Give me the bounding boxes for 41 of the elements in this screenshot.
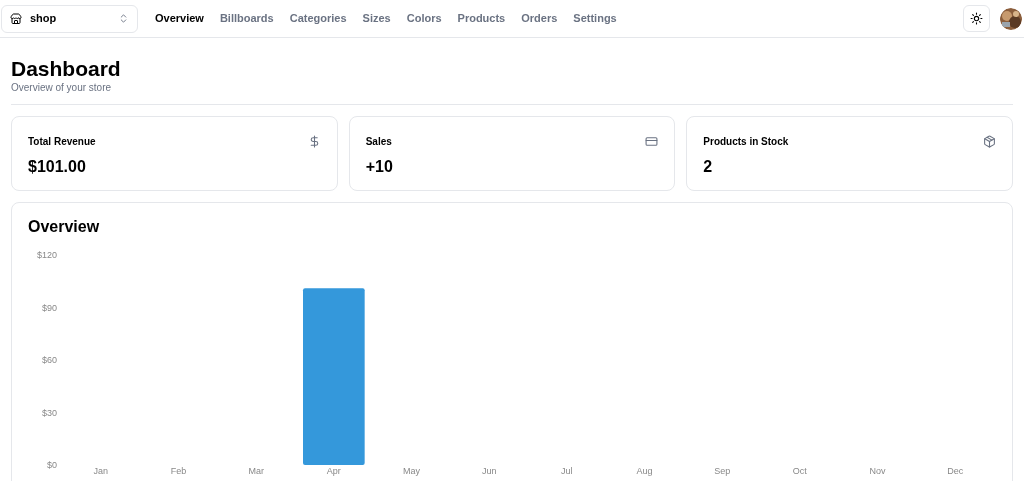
store-switcher[interactable]: shop [1, 4, 138, 33]
y-axis-label: $0 [47, 460, 57, 470]
stat-title: Sales [365, 135, 392, 149]
x-axis-label: Apr [326, 466, 341, 476]
theme-toggle[interactable] [963, 5, 990, 32]
nav-link[interactable]: Products [457, 10, 506, 27]
nav-link[interactable]: Sizes [362, 10, 391, 27]
nav-link[interactable]: Settings [573, 10, 617, 27]
y-axis-label: $90 [41, 302, 57, 313]
card-title: Overview [28, 217, 101, 237]
credit-card-icon [645, 135, 659, 148]
stat-title: Products in Stock [703, 135, 789, 149]
x-axis-label: Jun [481, 466, 497, 476]
nav-link[interactable]: Categories [289, 10, 347, 27]
x-axis-label: Aug [636, 466, 653, 476]
x-axis-label: Nov [869, 466, 886, 476]
y-axis-label: $30 [41, 407, 57, 418]
nav-link[interactable]: Orders [521, 10, 558, 27]
nav-link[interactable]: Billboards [219, 10, 274, 27]
x-axis-label: Mar [248, 466, 264, 476]
x-axis-label: Oct [792, 466, 807, 476]
x-axis-label: Feb [170, 466, 187, 476]
x-axis-label: Jul [561, 466, 573, 476]
package-icon [983, 135, 996, 148]
chevrons-icon [118, 13, 129, 24]
x-axis-label: Dec [947, 466, 964, 476]
page-subtitle: Overview of your store [11, 82, 113, 94]
nav-link[interactable]: Overview [155, 10, 204, 27]
y-axis-label: $120 [36, 250, 57, 260]
sun-icon [970, 12, 983, 25]
store-icon [10, 12, 22, 25]
stat-title: Total Revenue [28, 135, 96, 149]
stat-value: $101.00 [28, 157, 87, 177]
nav-link[interactable]: Colors [406, 10, 442, 27]
x-axis-label: Jan [93, 466, 109, 476]
stat-value: +10 [365, 157, 394, 177]
page-title: Dashboard [11, 56, 122, 82]
y-axis-label: $60 [41, 355, 57, 365]
x-axis-label: May [403, 466, 420, 476]
x-axis-label: Sep [714, 466, 731, 476]
stat-value: 2 [703, 157, 714, 177]
